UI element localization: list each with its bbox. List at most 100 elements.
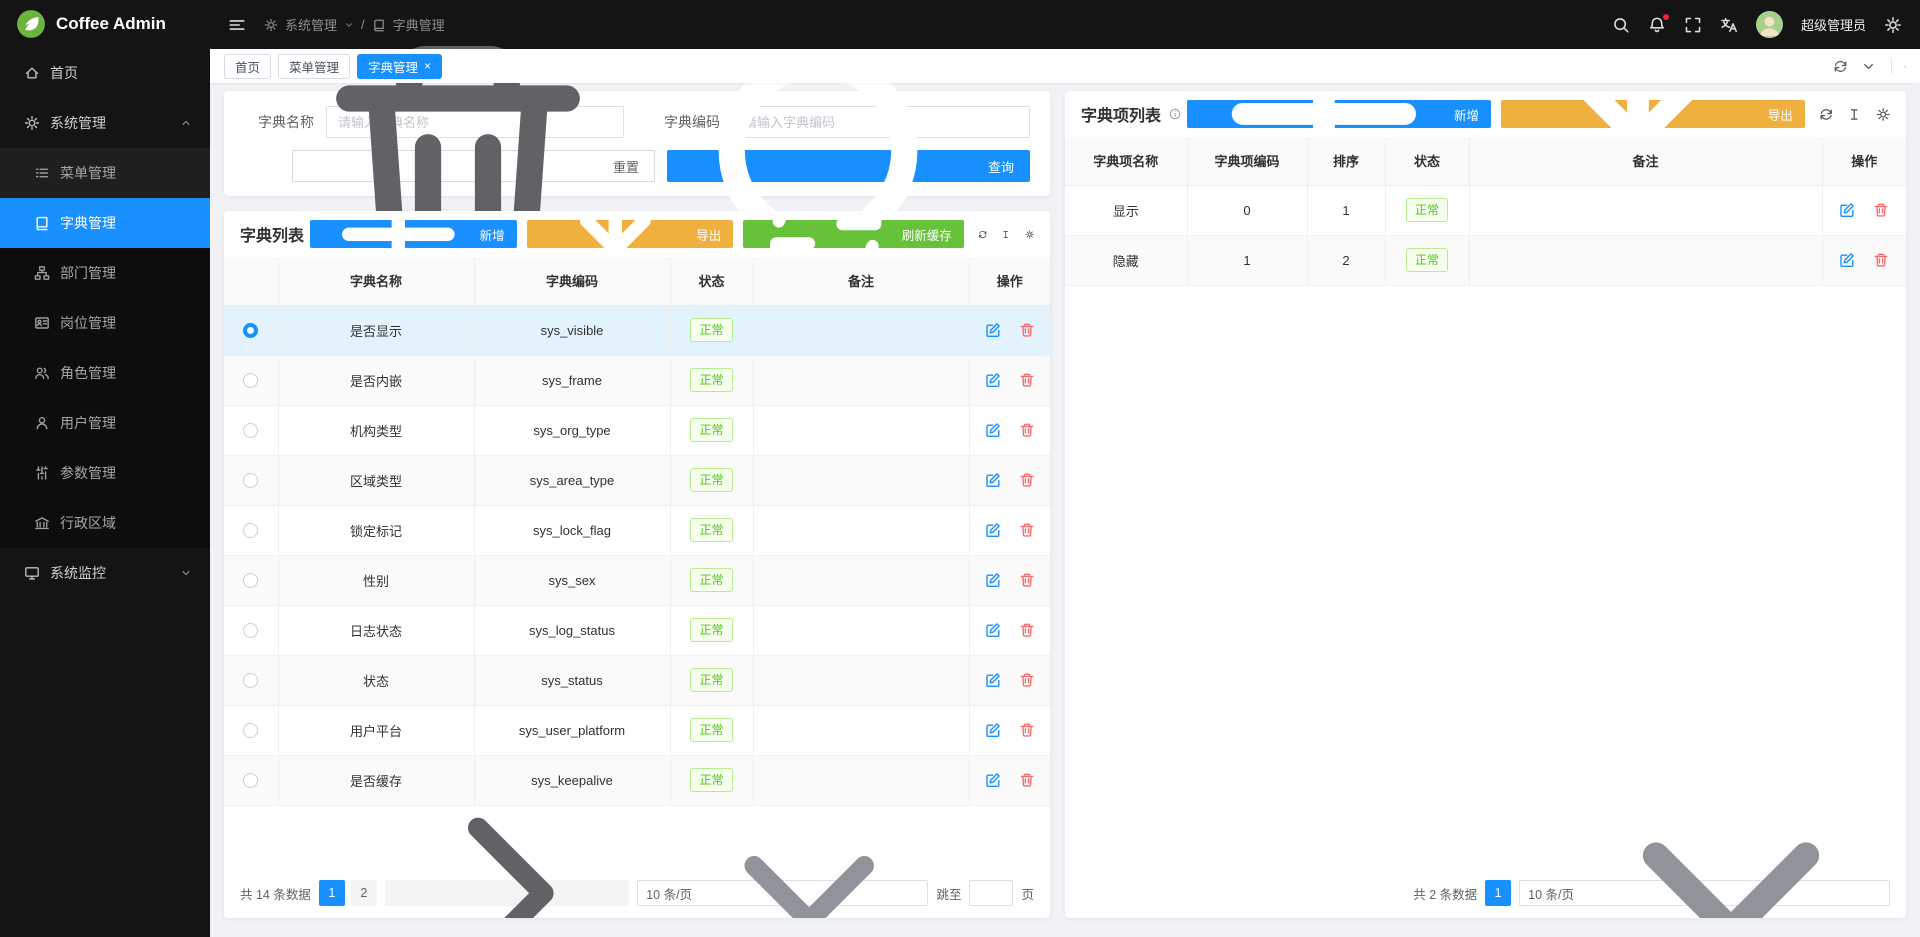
edit-icon[interactable] <box>985 672 1001 688</box>
close-icon[interactable]: × <box>424 60 431 72</box>
item-code-cell: 0 <box>1187 185 1307 235</box>
row-radio[interactable] <box>243 673 258 688</box>
refresh-cache-button[interactable]: 刷新缓存 <box>743 220 963 248</box>
column-settings-icon[interactable] <box>1876 106 1890 123</box>
export-dict-button[interactable]: 导出 <box>527 220 734 248</box>
sidebar-item-admin-region[interactable]: 行政区域 <box>0 498 210 548</box>
table-row[interactable]: 是否内嵌 sys_frame 正常 <box>224 355 1050 405</box>
jump-page-input[interactable] <box>969 880 1013 906</box>
delete-icon[interactable] <box>1019 472 1035 488</box>
edit-icon[interactable] <box>985 722 1001 738</box>
delete-icon[interactable] <box>1019 522 1035 538</box>
edit-icon[interactable] <box>1839 252 1855 268</box>
sidebar-item-post-management[interactable]: 岗位管理 <box>0 298 210 348</box>
table-row[interactable]: 用户平台 sys_user_platform 正常 <box>224 705 1050 755</box>
table-row[interactable]: 显示 0 1 正常 <box>1065 185 1906 235</box>
edit-icon[interactable] <box>985 472 1001 488</box>
fullscreen-icon[interactable] <box>1684 16 1702 34</box>
sidebar-item-home[interactable]: 首页 <box>0 48 210 98</box>
sidebar-item-role-management[interactable]: 角色管理 <box>0 348 210 398</box>
tab-options-chevron-icon[interactable] <box>1861 59 1876 74</box>
search-icon[interactable] <box>1612 16 1630 34</box>
delete-icon[interactable] <box>1873 202 1889 218</box>
refresh-page-icon[interactable] <box>1833 59 1848 74</box>
page-size-select[interactable]: 10 条/页 <box>1519 880 1890 906</box>
row-radio[interactable] <box>243 623 258 638</box>
tab-menu-management[interactable]: 菜单管理 <box>278 54 350 79</box>
edit-icon[interactable] <box>985 422 1001 438</box>
refresh-table-icon[interactable] <box>978 226 987 243</box>
font-size-icon[interactable] <box>1847 106 1861 123</box>
font-size-icon[interactable] <box>1001 226 1010 243</box>
edit-icon[interactable] <box>985 772 1001 788</box>
page-button-1[interactable]: 1 <box>1485 880 1511 906</box>
translate-icon[interactable] <box>1720 16 1738 34</box>
delete-icon[interactable] <box>1019 372 1035 388</box>
delete-icon[interactable] <box>1019 422 1035 438</box>
table-row[interactable]: 是否缓存 sys_keepalive 正常 <box>224 755 1050 805</box>
query-button[interactable]: 查询 <box>667 150 1030 182</box>
row-radio[interactable] <box>243 323 258 338</box>
edit-icon[interactable] <box>985 522 1001 538</box>
info-icon[interactable] <box>1169 107 1181 121</box>
sidebar-item-user-management[interactable]: 用户管理 <box>0 398 210 448</box>
table-row[interactable]: 区域类型 sys_area_type 正常 <box>224 455 1050 505</box>
add-dict-button[interactable]: 新增 <box>310 220 517 248</box>
sidebar-item-system-management[interactable]: 系统管理 <box>0 98 210 148</box>
row-radio[interactable] <box>243 423 258 438</box>
table-row[interactable]: 性别 sys_sex 正常 <box>224 555 1050 605</box>
username[interactable]: 超级管理员 <box>1801 15 1866 34</box>
row-radio[interactable] <box>243 573 258 588</box>
dict-code-cell: sys_sex <box>474 555 670 605</box>
sidebar-item-menu-management[interactable]: 菜单管理 <box>0 148 210 198</box>
row-radio[interactable] <box>243 723 258 738</box>
sidebar-item-dict-management[interactable]: 字典管理 <box>0 198 210 248</box>
row-radio[interactable] <box>243 473 258 488</box>
tabbar-actions <box>1833 59 1906 74</box>
edit-icon[interactable] <box>985 322 1001 338</box>
edit-icon[interactable] <box>1839 202 1855 218</box>
sidebar-item-dept-management[interactable]: 部门管理 <box>0 248 210 298</box>
row-radio[interactable] <box>243 373 258 388</box>
avatar[interactable] <box>1756 11 1783 38</box>
settings-gear-icon[interactable] <box>1884 16 1902 34</box>
delete-icon[interactable] <box>1019 572 1035 588</box>
collapse-sidebar-icon[interactable] <box>228 16 246 34</box>
page-button-1[interactable]: 1 <box>319 880 345 906</box>
edit-icon[interactable] <box>985 372 1001 388</box>
remark-cell <box>753 355 969 405</box>
tab-home[interactable]: 首页 <box>224 54 271 79</box>
expand-content-icon[interactable] <box>1891 59 1906 74</box>
delete-icon[interactable] <box>1019 772 1035 788</box>
tab-dict-management[interactable]: 字典管理× <box>357 54 442 79</box>
table-row[interactable]: 机构类型 sys_org_type 正常 <box>224 405 1050 455</box>
refresh-table-icon[interactable] <box>1819 106 1833 123</box>
delete-icon[interactable] <box>1019 672 1035 688</box>
reset-button[interactable]: 重置 <box>292 150 655 182</box>
column-settings-icon[interactable] <box>1025 226 1034 243</box>
next-page-button[interactable] <box>385 880 629 906</box>
dict-code-cell: sys_status <box>474 655 670 705</box>
row-radio[interactable] <box>243 773 258 788</box>
delete-icon[interactable] <box>1019 622 1035 638</box>
table-row[interactable]: 日志状态 sys_log_status 正常 <box>224 605 1050 655</box>
edit-icon[interactable] <box>985 622 1001 638</box>
app-logo[interactable]: Coffee Admin <box>0 0 210 48</box>
table-row[interactable]: 状态 sys_status 正常 <box>224 655 1050 705</box>
row-radio[interactable] <box>243 523 258 538</box>
page-button-2[interactable]: 2 <box>351 880 377 906</box>
table-row[interactable]: 隐藏 1 2 正常 <box>1065 235 1906 285</box>
delete-icon[interactable] <box>1019 722 1035 738</box>
edit-icon[interactable] <box>985 572 1001 588</box>
coffee-logo-icon <box>16 9 46 39</box>
table-row[interactable]: 锁定标记 sys_lock_flag 正常 <box>224 505 1050 555</box>
add-dict-item-button[interactable]: 新增 <box>1187 100 1491 128</box>
delete-icon[interactable] <box>1873 252 1889 268</box>
page-size-select[interactable]: 10 条/页 <box>637 880 928 906</box>
sidebar-item-system-monitor[interactable]: 系统监控 <box>0 548 210 598</box>
table-row[interactable]: 是否显示 sys_visible 正常 <box>224 305 1050 355</box>
delete-icon[interactable] <box>1019 322 1035 338</box>
sidebar-item-param-management[interactable]: 参数管理 <box>0 448 210 498</box>
export-dict-item-button[interactable]: 导出 <box>1501 100 1805 128</box>
notification-bell-icon[interactable] <box>1648 16 1666 34</box>
